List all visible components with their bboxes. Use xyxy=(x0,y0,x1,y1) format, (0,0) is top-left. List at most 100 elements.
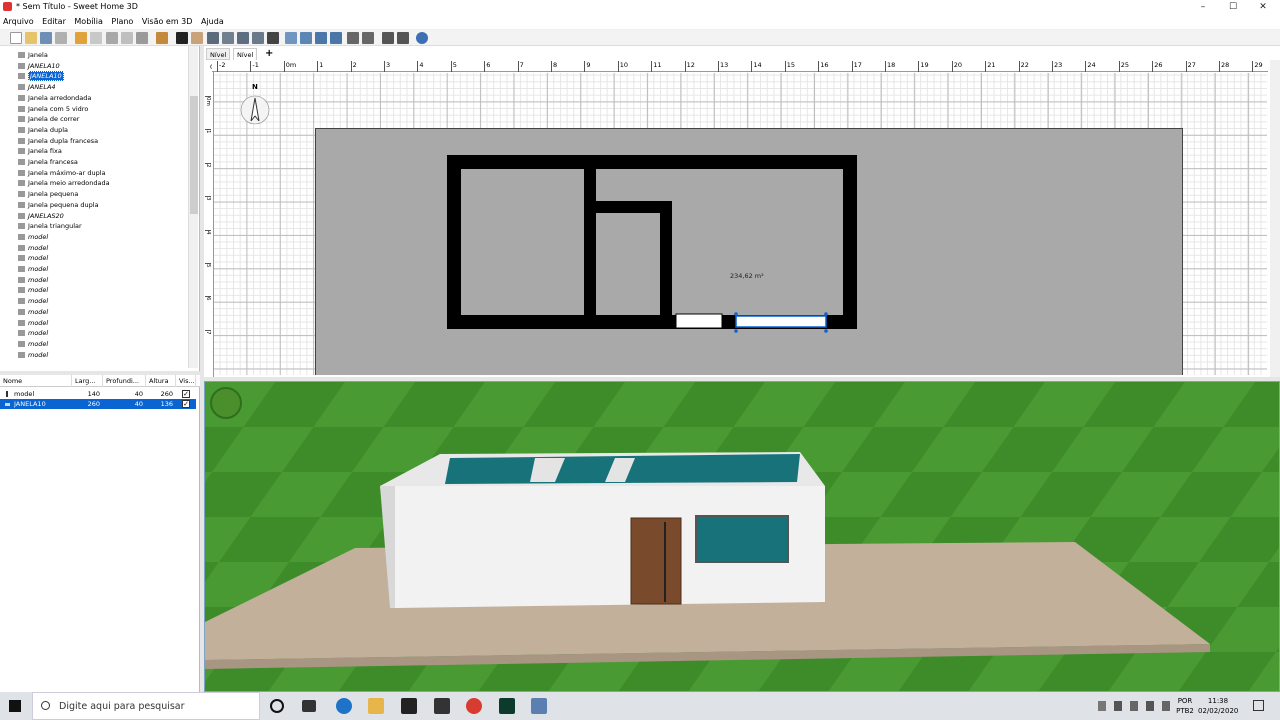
modify-text-icon[interactable] xyxy=(285,32,297,44)
create-rooms-icon[interactable] xyxy=(222,32,234,44)
mail-icon[interactable] xyxy=(434,698,450,714)
zoom-in-icon[interactable] xyxy=(347,32,359,44)
catalog-item[interactable]: model xyxy=(18,318,48,328)
app-taskbar-icon[interactable] xyxy=(499,698,515,714)
edge-icon[interactable] xyxy=(336,698,352,714)
catalog-item[interactable]: JANELAS20 xyxy=(18,211,64,221)
plan-grid[interactable]: N 234,62 m² xyxy=(214,73,1267,375)
furniture-row[interactable]: JANELA10 260 40 136 ✓ xyxy=(0,399,196,409)
catalog-item[interactable]: Janela de correr xyxy=(18,114,79,124)
furniture-row[interactable]: model 140 40 260 ✓ xyxy=(0,389,196,399)
close-button[interactable]: ✕ xyxy=(1246,0,1280,15)
copy-icon[interactable] xyxy=(121,32,133,44)
catalog-item[interactable]: model xyxy=(18,296,48,306)
column-depth[interactable]: Profundi... xyxy=(103,375,146,387)
catalog-scrollbar[interactable] xyxy=(188,46,198,368)
select-arrow-icon[interactable] xyxy=(176,32,188,44)
walls-drawing[interactable] xyxy=(214,73,1267,375)
scissors-icon[interactable] xyxy=(106,32,118,44)
catalog-item[interactable]: Janela francesa xyxy=(18,157,78,167)
open-folder-icon[interactable] xyxy=(25,32,37,44)
visible-checkbox[interactable]: ✓ xyxy=(182,390,190,398)
scene-3d[interactable] xyxy=(205,382,1280,692)
undo-icon[interactable] xyxy=(75,32,87,44)
catalog-item[interactable]: model xyxy=(18,307,48,317)
catalog-item[interactable]: Janela pequena dupla xyxy=(18,200,99,210)
catalog-item[interactable]: Janela arredondada xyxy=(18,93,91,103)
taskbar-search-box[interactable]: Digite aqui para pesquisar xyxy=(32,692,260,720)
menu-plano[interactable]: Plano xyxy=(111,15,133,29)
visible-checkbox[interactable]: ✓ xyxy=(182,400,190,408)
create-walls-icon[interactable] xyxy=(207,32,219,44)
catalog-item[interactable]: model xyxy=(18,253,48,263)
navigation-arrows-icon[interactable] xyxy=(210,387,242,419)
chrome-icon[interactable] xyxy=(466,698,482,714)
catalog-item[interactable]: Janela dupla xyxy=(18,125,68,135)
add-text-icon[interactable] xyxy=(267,32,279,44)
catalog-item[interactable]: model xyxy=(18,232,48,242)
sweet-home-3d-icon[interactable] xyxy=(531,698,547,714)
menu-mobilia[interactable]: Mobília xyxy=(74,15,102,29)
column-width[interactable]: Larg... xyxy=(72,375,103,387)
windows-start-icon[interactable] xyxy=(9,700,21,712)
catalog-item[interactable]: Janela máximo-ar dupla xyxy=(18,168,106,178)
help-icon[interactable] xyxy=(416,32,428,44)
plan-view[interactable]: Nível 0 Nível 1 + -2-10m1234567891011121… xyxy=(204,46,1280,377)
catalog-item[interactable]: Janela xyxy=(18,50,48,60)
column-visible[interactable]: Vis... xyxy=(176,375,196,387)
catalog-item[interactable]: model xyxy=(18,350,48,360)
catalog-item[interactable]: JANELA4 xyxy=(18,82,56,92)
tab-nivel-0[interactable]: Nível 0 xyxy=(206,48,231,71)
catalog-item[interactable]: Janela meio arredondada xyxy=(18,178,110,188)
file-explorer-icon[interactable] xyxy=(368,698,384,714)
taskbar-clock[interactable]: 11:38 02/02/2020 xyxy=(1198,696,1238,716)
video-camera-icon[interactable] xyxy=(397,32,409,44)
maximize-button[interactable]: ☐ xyxy=(1216,0,1250,15)
cut-icon[interactable] xyxy=(55,32,67,44)
menu-ajuda[interactable]: Ajuda xyxy=(201,15,224,29)
catalog-item[interactable]: model xyxy=(18,328,48,338)
text-style-icon[interactable] xyxy=(300,32,312,44)
catalog-item[interactable]: model xyxy=(18,275,48,285)
catalog-item[interactable]: Janela dupla francesa xyxy=(18,136,98,146)
catalog-scroll-thumb[interactable] xyxy=(190,96,198,214)
store-icon[interactable] xyxy=(401,698,417,714)
column-name[interactable]: Nome xyxy=(0,375,72,387)
text-size-up-icon[interactable] xyxy=(315,32,327,44)
add-level-button[interactable]: + xyxy=(262,48,276,60)
pan-hand-icon[interactable] xyxy=(191,32,203,44)
catalog-item[interactable]: model xyxy=(18,264,48,274)
catalog-item[interactable]: model xyxy=(18,339,48,349)
create-polylines-icon[interactable] xyxy=(237,32,249,44)
catalog-item[interactable]: Janela com 5 vidro xyxy=(18,104,88,114)
menu-visao-3d[interactable]: Visão em 3D xyxy=(142,15,193,29)
task-view-icon[interactable] xyxy=(302,700,316,712)
plan-scrollbar[interactable] xyxy=(1270,60,1280,377)
save-icon[interactable] xyxy=(40,32,52,44)
redo-icon[interactable] xyxy=(90,32,102,44)
new-file-icon[interactable] xyxy=(10,32,22,44)
cortana-icon[interactable] xyxy=(270,699,284,713)
menu-editar[interactable]: Editar xyxy=(42,15,66,29)
catalog-item[interactable]: Janela pequena xyxy=(18,189,78,199)
tray-icons[interactable] xyxy=(1098,701,1172,711)
tab-nivel-1[interactable]: Nível 1 xyxy=(233,48,258,71)
catalog-item[interactable]: JANELA10 xyxy=(18,61,60,71)
view-3d[interactable] xyxy=(204,381,1280,692)
photo-camera-icon[interactable] xyxy=(382,32,394,44)
zoom-out-icon[interactable] xyxy=(362,32,374,44)
menu-arquivo[interactable]: Arquivo xyxy=(3,15,34,29)
notifications-icon[interactable] xyxy=(1253,700,1264,711)
paste-icon[interactable] xyxy=(136,32,148,44)
text-size-down-icon[interactable] xyxy=(330,32,342,44)
add-furniture-icon[interactable] xyxy=(156,32,168,44)
catalog-item[interactable]: model xyxy=(18,243,48,253)
create-dimensions-icon[interactable] xyxy=(252,32,264,44)
catalog-item[interactable]: Janela triangular xyxy=(18,221,82,231)
catalog-item[interactable]: JANELA10 xyxy=(18,71,64,82)
catalog-item[interactable]: Janela fixa xyxy=(18,146,62,156)
language-indicator[interactable]: POR PTB2 xyxy=(1174,696,1196,716)
catalog-item[interactable]: model xyxy=(18,285,48,295)
minimize-button[interactable]: – xyxy=(1186,0,1220,15)
column-height[interactable]: Altura xyxy=(146,375,176,387)
